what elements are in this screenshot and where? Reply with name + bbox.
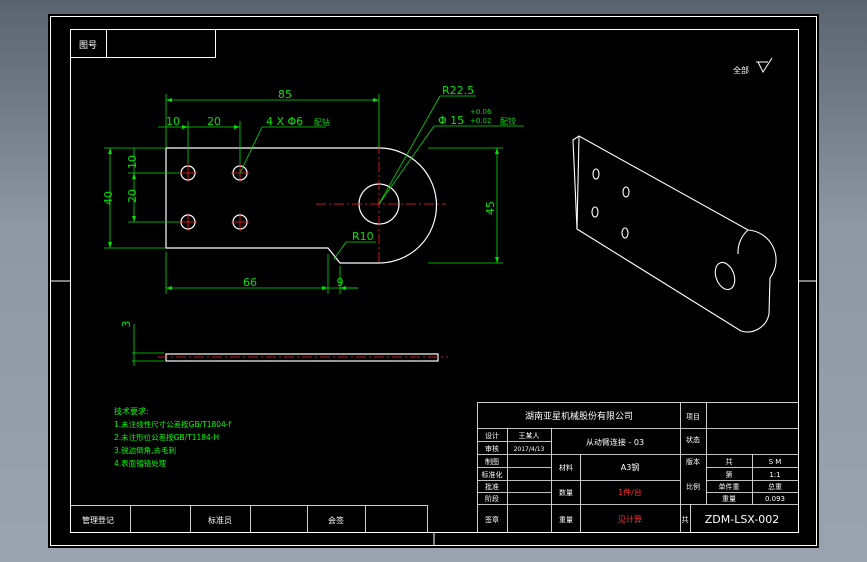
tb-material: A3钢 (621, 462, 640, 472)
tb-label-total: 总重 (768, 482, 782, 491)
side-view (165, 353, 439, 362)
cad-drawing: 图号 全部 85 10 20 4 X Φ6 配钻 R22.5 Φ 15 +0.0… (50, 16, 817, 546)
dim-v10: 10 (126, 155, 139, 169)
footer-row (70, 505, 428, 533)
tech-title: 技术要求: (114, 406, 149, 416)
tb-label-c: 第 (726, 470, 733, 479)
dim-hole15: Φ 15 (438, 114, 464, 127)
tb-stage: S M (769, 458, 782, 466)
dim-9: 9 (337, 276, 344, 289)
dim-85: 85 (278, 88, 292, 101)
center-lines (179, 144, 446, 264)
part-name: 从动臂连接 - 03 (586, 437, 644, 447)
dim-v20: 20 (126, 189, 139, 203)
roughness-label: 全部 (733, 65, 749, 75)
tb-label-mark: 共 (682, 515, 689, 524)
tb-weight-kg: 0.093 (765, 495, 785, 503)
tech-item-4: 4.表面镀铬处理 (114, 458, 167, 468)
front-view (165, 147, 438, 264)
company-name: 湖南亚星机械股份有限公司 (525, 410, 633, 422)
tb-date: 2017/4/13 (514, 446, 545, 453)
tb-label-weight: 重量 (559, 516, 573, 524)
dim-20-top: 20 (207, 115, 221, 128)
dim-tol-upper: +0.06 (470, 108, 492, 116)
tb-scale: 1:1 (769, 471, 780, 479)
dim-r22: R22.5 (442, 84, 474, 97)
dim-holes: 4 X Φ6 (266, 115, 303, 128)
dim-tol-lower: +0.02 (470, 117, 491, 125)
tb-label-ver: 版本 (686, 457, 700, 466)
roughness-icon (757, 57, 773, 74)
isometric-view (572, 135, 777, 333)
drawing-number: ZDM-LSX-002 (705, 513, 780, 526)
corner-label: 图号 (79, 40, 97, 51)
dim-r10: R10 (352, 230, 374, 243)
dim-hole15-note: 配铰 (500, 116, 516, 126)
tb-label-material: 材料 (559, 463, 573, 472)
dim-v40: 40 (102, 191, 115, 205)
tb-designer: 王某人 (519, 432, 540, 440)
tb-label-a: 阶段 (485, 494, 499, 503)
dim-66: 66 (243, 276, 257, 289)
tb-label-approve: 批准 (485, 482, 499, 491)
tb-count: 1件/台 (618, 487, 642, 497)
tb-label-proj: 项目 (686, 413, 700, 421)
dimension-lines (104, 94, 524, 366)
footer-sign: 会签 (328, 515, 344, 525)
tb-label-std: 标准化 (482, 470, 503, 479)
tech-item-3: 3.锐边倒角,去毛刺 (114, 445, 176, 455)
footer-std: 标准员 (208, 515, 232, 525)
tech-item-1: 1.未注线性尺寸公差按GB/T1804-f (114, 419, 232, 429)
tb-label-d: 重量 (722, 495, 736, 503)
tb-label-designer: 设计 (485, 431, 499, 440)
tb-label-seal: 签章 (485, 515, 499, 524)
tech-item-2: 2.未注形位公差按GB/T1184-H (114, 432, 219, 442)
tb-label-draw: 制图 (485, 457, 499, 466)
tb-weight: 见计算 (618, 514, 642, 524)
dim-holes-note: 配钻 (314, 117, 330, 127)
drawing-sheet: 图号 全部 85 10 20 4 X Φ6 配钻 R22.5 Φ 15 +0.0… (48, 14, 819, 548)
tb-label-scale: 比例 (686, 482, 700, 491)
tb-label-status: 状态 (686, 435, 700, 444)
tb-label-review: 审核 (485, 444, 499, 453)
tb-label-b: 共 (726, 457, 733, 466)
dim-thickness: 3 (120, 321, 133, 328)
tb-label-count: 数量 (559, 488, 573, 497)
tb-label-unit-w: 单件重 (719, 482, 740, 491)
tech-requirements: 技术要求: 1.未注线性尺寸公差按GB/T1804-f 2.未注形位公差按GB/… (114, 406, 232, 468)
footer-mgmt: 管理登记 (82, 515, 114, 525)
dim-v45: 45 (484, 201, 497, 215)
dim-10-top: 10 (166, 115, 180, 128)
